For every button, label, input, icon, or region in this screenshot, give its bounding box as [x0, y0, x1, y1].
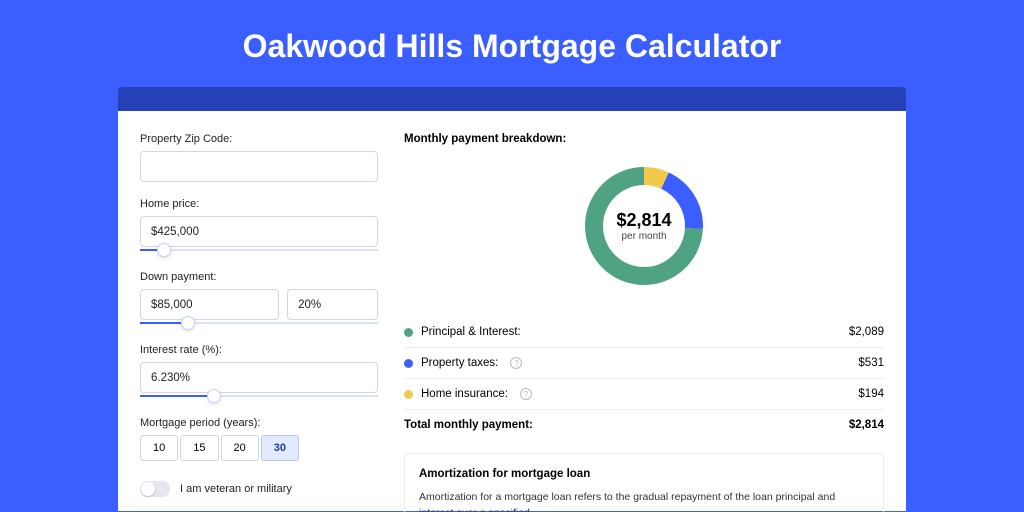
- period-button-10[interactable]: 10: [140, 435, 178, 461]
- price-input[interactable]: [140, 216, 378, 247]
- inputs-panel: Property Zip Code: Home price: Down paym…: [140, 133, 378, 511]
- zip-label: Property Zip Code:: [140, 133, 378, 145]
- legend-value: $531: [858, 357, 884, 369]
- veteran-toggle[interactable]: [140, 481, 170, 497]
- rate-input[interactable]: [140, 362, 378, 393]
- down-slider-thumb[interactable]: [181, 316, 195, 330]
- info-icon[interactable]: ?: [520, 388, 532, 400]
- veteran-toggle-knob: [141, 482, 155, 496]
- period-label: Mortgage period (years):: [140, 417, 378, 429]
- donut-center-sub: per month: [621, 231, 666, 242]
- price-slider[interactable]: [140, 245, 378, 255]
- down-percent-input[interactable]: [287, 289, 378, 320]
- legend-row: Property taxes:? $531: [404, 348, 884, 379]
- breakdown-legend: Principal & Interest: $2,089 Property taxe…: [404, 317, 884, 409]
- period-button-30[interactable]: 30: [261, 435, 299, 461]
- period-button-15[interactable]: 15: [180, 435, 218, 461]
- legend-row: Home insurance:? $194: [404, 379, 884, 409]
- legend-value: $2,089: [849, 326, 884, 338]
- rate-slider[interactable]: [140, 391, 378, 401]
- period-buttons: 10152030: [140, 435, 378, 461]
- page-title: Oakwood Hills Mortgage Calculator: [0, 0, 1024, 87]
- total-label: Total monthly payment:: [404, 419, 533, 431]
- down-amount-input[interactable]: [140, 289, 279, 320]
- rate-slider-thumb[interactable]: [207, 389, 221, 403]
- price-slider-thumb[interactable]: [157, 243, 171, 257]
- veteran-label: I am veteran or military: [180, 483, 292, 495]
- breakdown-title: Monthly payment breakdown:: [404, 133, 884, 145]
- legend-dot: [404, 390, 413, 399]
- amortization-body: Amortization for a mortgage loan refers …: [419, 490, 869, 512]
- total-value: $2,814: [849, 419, 884, 431]
- card-header-strip: [118, 87, 906, 111]
- legend-dot: [404, 328, 413, 337]
- period-button-20[interactable]: 20: [221, 435, 259, 461]
- calculator-card: Property Zip Code: Home price: Down paym…: [118, 111, 906, 511]
- amortization-card: Amortization for mortgage loan Amortizat…: [404, 453, 884, 512]
- legend-row: Principal & Interest: $2,089: [404, 317, 884, 348]
- legend-label: Principal & Interest:: [421, 326, 521, 338]
- legend-label: Home insurance:: [421, 388, 508, 400]
- down-slider[interactable]: [140, 318, 378, 328]
- price-label: Home price:: [140, 198, 378, 210]
- donut-center-amount: $2,814: [616, 210, 671, 231]
- down-label: Down payment:: [140, 271, 378, 283]
- legend-label: Property taxes:: [421, 357, 498, 369]
- rate-label: Interest rate (%):: [140, 344, 378, 356]
- zip-input[interactable]: [140, 151, 378, 182]
- info-icon[interactable]: ?: [510, 357, 522, 369]
- amortization-title: Amortization for mortgage loan: [419, 468, 869, 480]
- legend-value: $194: [858, 388, 884, 400]
- breakdown-panel: Monthly payment breakdown: $2,814 per mo…: [404, 133, 884, 511]
- legend-dot: [404, 359, 413, 368]
- payment-donut-chart: $2,814 per month: [579, 161, 709, 291]
